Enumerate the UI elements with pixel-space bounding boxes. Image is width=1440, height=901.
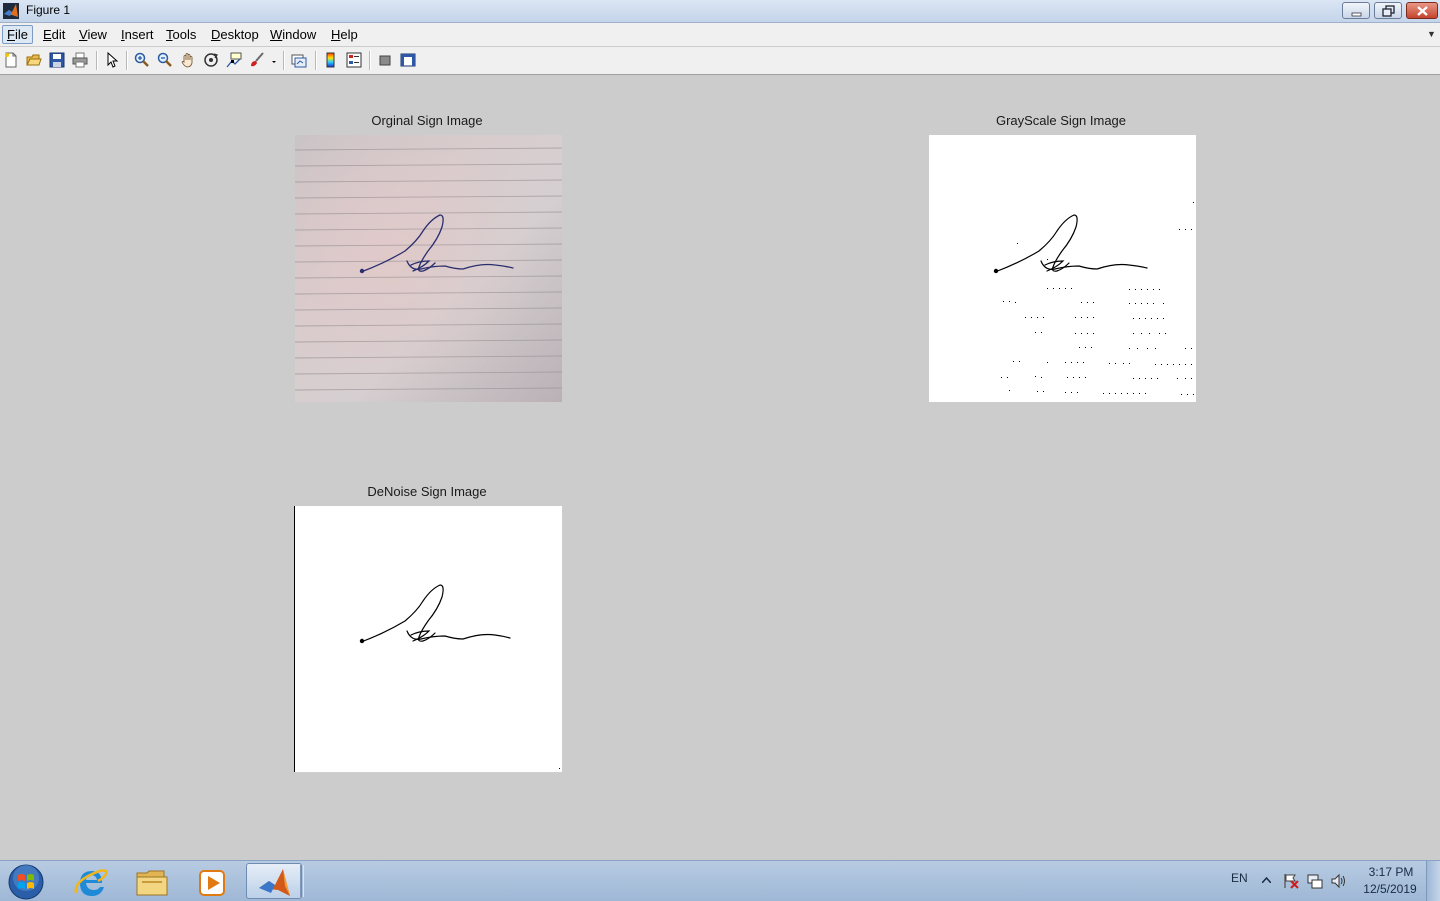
- open-file-icon[interactable]: [26, 52, 42, 68]
- show-desktop-button[interactable]: [1426, 861, 1440, 901]
- insert-legend-icon[interactable]: [346, 52, 362, 68]
- minimize-button[interactable]: [1342, 2, 1370, 19]
- start-button[interactable]: [2, 863, 50, 900]
- menu-help[interactable]: Help: [327, 25, 362, 44]
- toolbar-separator: [126, 51, 128, 70]
- clock-time[interactable]: 3:17 PM: [1366, 865, 1416, 879]
- dock-arrow-icon[interactable]: ▼: [1427, 29, 1436, 39]
- toolbar-separator: [315, 51, 317, 70]
- figure-canvas[interactable]: Orginal Sign Image GrayScale Sign Image …: [0, 75, 1440, 860]
- toolbar-separator: [369, 51, 371, 70]
- network-icon[interactable]: [1307, 873, 1323, 889]
- taskbar-file-explorer[interactable]: [124, 863, 180, 899]
- matlab-icon: [259, 869, 290, 896]
- internet-explorer-icon: [74, 869, 108, 896]
- menu-desktop[interactable]: Desktop: [207, 25, 263, 44]
- hide-plot-tools-icon[interactable]: [377, 52, 393, 68]
- language-indicator[interactable]: EN: [1231, 871, 1248, 885]
- save-icon[interactable]: [49, 52, 65, 68]
- rotate-3d-icon[interactable]: [203, 52, 219, 68]
- grayscale-signature-image: [929, 135, 1196, 402]
- window-title: Figure 1: [26, 3, 71, 17]
- taskbar-internet-explorer[interactable]: [62, 863, 118, 899]
- brush-icon[interactable]: [249, 52, 265, 68]
- minimize-icon: [1351, 12, 1362, 17]
- grayscale-sign-image[interactable]: [929, 135, 1196, 402]
- toolbar-separator: [283, 51, 285, 70]
- menu-file[interactable]: File: [2, 25, 33, 44]
- original-signature-photo: [295, 135, 562, 402]
- original-sign-image[interactable]: [295, 135, 562, 402]
- denoised-signature-image: [294, 506, 562, 773]
- matlab-icon: [3, 3, 19, 19]
- clock-date[interactable]: 12/5/2019: [1360, 882, 1420, 896]
- taskbar-media-player[interactable]: [185, 863, 241, 899]
- brush-dropdown-icon[interactable]: [268, 52, 278, 68]
- zoom-in-icon[interactable]: [134, 52, 150, 68]
- toolbar-separator: [96, 51, 98, 70]
- taskbar-matlab[interactable]: [246, 863, 302, 899]
- restore-icon: [1382, 5, 1395, 17]
- window-title-bar[interactable]: Figure 1: [0, 0, 1440, 23]
- edit-plot-arrow-icon[interactable]: [104, 52, 120, 68]
- volume-icon[interactable]: [1331, 873, 1347, 889]
- show-plot-tools-icon[interactable]: [400, 52, 416, 68]
- file-explorer-icon: [136, 870, 168, 896]
- menu-edit[interactable]: Edit: [39, 25, 69, 44]
- figure-toolbar: [0, 47, 1440, 75]
- pan-hand-icon[interactable]: [180, 52, 196, 68]
- show-hidden-icons-icon[interactable]: [1262, 877, 1271, 883]
- windows-taskbar: EN 3:17 PM 12/5/2019: [0, 860, 1440, 901]
- data-cursor-icon[interactable]: [226, 52, 242, 68]
- axes-title-original: Orginal Sign Image: [371, 113, 483, 128]
- new-figure-icon[interactable]: [3, 52, 19, 68]
- axes-title-denoise: DeNoise Sign Image: [367, 484, 487, 499]
- media-player-icon: [199, 870, 225, 896]
- denoise-sign-image[interactable]: [294, 506, 562, 773]
- zoom-out-icon[interactable]: [157, 52, 173, 68]
- menu-window[interactable]: Window: [266, 25, 320, 44]
- menu-tools[interactable]: Tools: [162, 25, 200, 44]
- start-orb-icon: [8, 864, 44, 900]
- print-icon[interactable]: [72, 52, 88, 68]
- insert-colorbar-icon[interactable]: [323, 52, 339, 68]
- menu-insert[interactable]: Insert: [117, 25, 158, 44]
- link-plot-icon[interactable]: [291, 52, 307, 68]
- taskbar-divider: [300, 865, 304, 897]
- close-icon: [1417, 6, 1428, 16]
- menu-view[interactable]: View: [75, 25, 111, 44]
- close-button[interactable]: [1406, 2, 1438, 19]
- restore-button[interactable]: [1374, 2, 1402, 19]
- axes-title-grayscale: GrayScale Sign Image: [995, 113, 1127, 128]
- menu-bar: File Edit View Insert Tools Desktop Wind…: [0, 23, 1440, 46]
- action-center-flag-icon[interactable]: [1283, 873, 1299, 889]
